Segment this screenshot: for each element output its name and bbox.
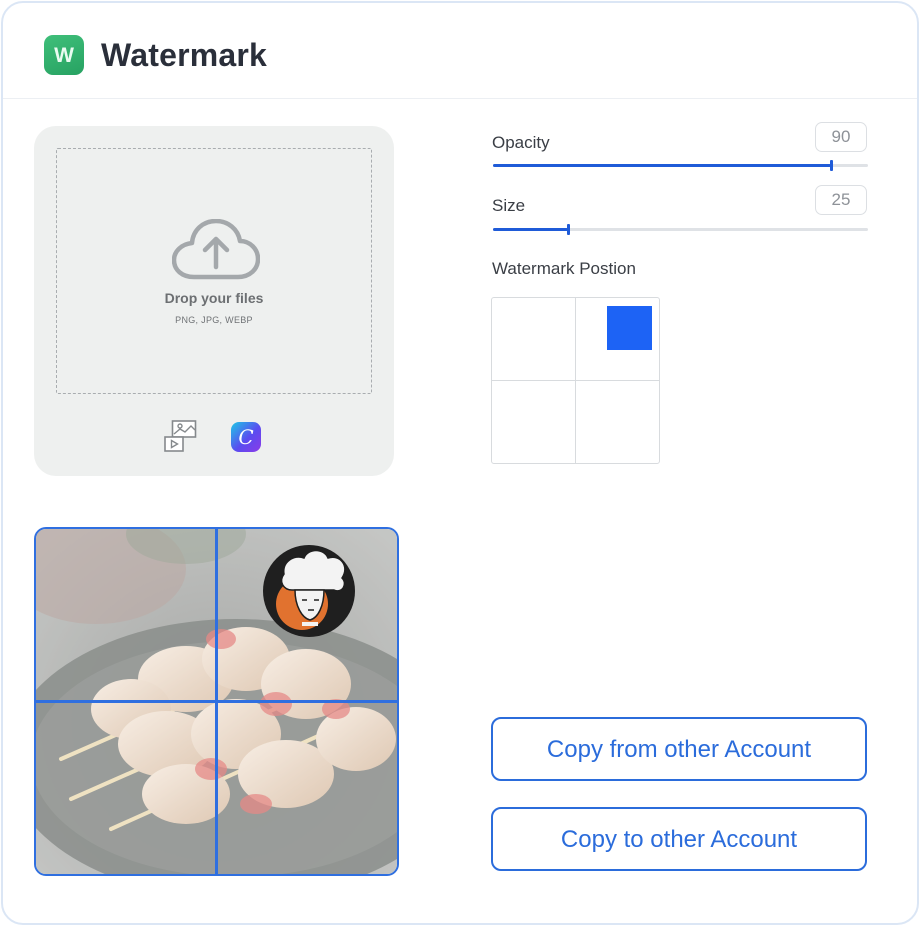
file-dropzone[interactable]: Drop your files PNG, JPG, WEBP: [56, 148, 372, 394]
opacity-slider-thumb[interactable]: [830, 160, 833, 171]
opacity-label: Opacity: [492, 133, 550, 152]
copy-from-account-button[interactable]: Copy from other Account: [491, 717, 867, 781]
watermark-preview: [34, 527, 399, 876]
size-slider-fill: [493, 228, 568, 231]
opacity-value-input[interactable]: 90: [815, 122, 867, 152]
copy-to-account-button[interactable]: Copy to other Account: [491, 807, 867, 871]
size-value-input[interactable]: 25: [815, 185, 867, 215]
position-bottom-right[interactable]: [576, 381, 660, 464]
size-slider-thumb[interactable]: [567, 224, 570, 235]
app-logo-icon: W: [44, 35, 84, 75]
position-label: Watermark Postion: [492, 259, 636, 278]
page-title: Watermark: [101, 37, 268, 73]
header: W Watermark: [3, 3, 917, 99]
svg-text:W: W: [54, 44, 74, 66]
position-top-right[interactable]: [575, 298, 659, 381]
preview-grid-horizontal: [36, 700, 397, 703]
canva-icon[interactable]: C: [231, 422, 261, 452]
cloud-upload-icon: [172, 219, 260, 280]
position-top-left[interactable]: [492, 298, 576, 381]
position-grid: [491, 297, 660, 464]
size-label: Size: [492, 196, 526, 215]
dropzone-formats: PNG, JPG, WEBP: [175, 315, 253, 325]
chef-logo-watermark: [263, 545, 355, 637]
size-slider[interactable]: [493, 224, 868, 235]
media-library-icon[interactable]: [164, 420, 198, 454]
position-selected-marker: [607, 306, 652, 350]
upload-panel: Drop your files PNG, JPG, WEBP C: [34, 126, 394, 476]
opacity-slider[interactable]: [493, 160, 868, 171]
position-bottom-left[interactable]: [492, 380, 576, 463]
opacity-slider-fill: [493, 164, 831, 167]
dropzone-title: Drop your files: [164, 290, 264, 306]
